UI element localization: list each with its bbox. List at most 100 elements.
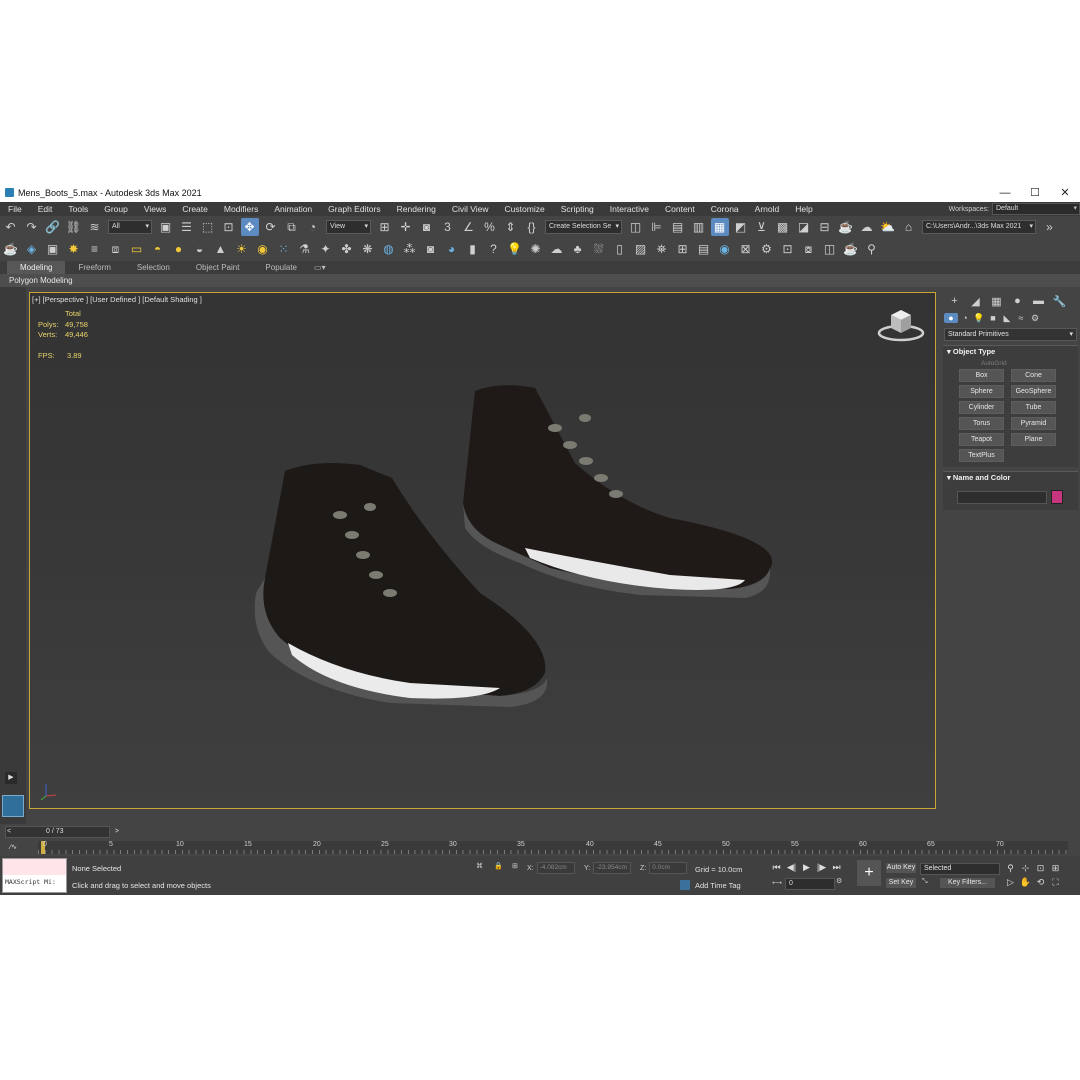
systems-icon[interactable]: ⚙ <box>1028 313 1042 324</box>
go-to-end-icon[interactable]: ⏭ <box>829 862 844 873</box>
menu-group[interactable]: Group <box>96 204 136 214</box>
lock-selection-icon[interactable]: 🔒 <box>494 862 503 870</box>
y-input[interactable]: -23.954cm <box>593 862 632 874</box>
key-filter-dropdown[interactable]: Selected <box>920 863 1000 875</box>
autogrid-checkbox[interactable]: AutoGrid <box>943 358 1078 369</box>
go-to-start-icon[interactable]: ⏮ <box>769 862 784 873</box>
render-elements-icon[interactable]: ≡ <box>86 240 104 258</box>
unlink-icon[interactable]: ⛓ <box>65 218 83 236</box>
arnold-cloud-icon[interactable]: ⛆ <box>590 240 608 258</box>
arnold-monitor-icon[interactable]: ⊡ <box>779 240 797 258</box>
expand-arrow-icon[interactable]: ▶ <box>5 772 17 784</box>
menu-create[interactable]: Create <box>174 204 216 214</box>
render-iterative-icon[interactable]: ☁ <box>858 218 876 236</box>
camera-icon[interactable]: ⧈ <box>107 240 125 258</box>
absolute-mode-icon[interactable]: ⊞ <box>512 862 518 870</box>
edit-named-sets-icon[interactable]: {} <box>523 218 541 236</box>
arnold-image-icon[interactable]: ⧇ <box>800 240 818 258</box>
box-primitive-icon[interactable]: ▭ <box>128 240 146 258</box>
proxy-icon[interactable]: ⚗ <box>296 240 314 258</box>
help-icon[interactable]: ? <box>485 240 503 258</box>
slider-right-arrow-icon[interactable]: > <box>115 827 119 837</box>
menu-help[interactable]: Help <box>787 204 820 214</box>
field-of-view-icon[interactable]: ▷ <box>1003 877 1018 891</box>
track-bar[interactable]: 0 5 10 15 20 25 30 35 40 45 50 55 60 65 … <box>38 841 1068 854</box>
orbit-icon[interactable]: ⟲ <box>1033 877 1048 891</box>
arnold-volume-icon[interactable]: ☁ <box>548 240 566 258</box>
menu-scripting[interactable]: Scripting <box>553 204 602 214</box>
tab-object-paint[interactable]: Object Paint <box>183 261 253 274</box>
arnold-render-icon[interactable]: ◉ <box>716 240 734 258</box>
object-type-header[interactable]: ▾ Object Type <box>943 346 1078 358</box>
select-by-name-icon[interactable]: ☰ <box>178 218 196 236</box>
arnold-light-icon-2[interactable]: ⛯ <box>653 240 671 258</box>
menu-civil-view[interactable]: Civil View <box>444 204 497 214</box>
selection-filter-dropdown[interactable]: All <box>108 220 152 234</box>
toolbar-overflow-icon[interactable]: » <box>1041 218 1059 236</box>
window-crossing-icon[interactable]: ⊡ <box>220 218 238 236</box>
modify-tab-icon[interactable]: ◢ <box>965 295 986 308</box>
link-icon[interactable]: 🔗 <box>44 218 62 236</box>
pyramid-button[interactable]: Pyramid <box>1011 417 1056 430</box>
close-button[interactable]: ✕ <box>1050 183 1080 202</box>
project-path-dropdown[interactable]: C:\Users\Andr...\3ds Max 2021 <box>922 220 1036 234</box>
current-frame-input[interactable]: 0 <box>785 878 835 890</box>
curve-editor-icon[interactable]: ◩ <box>732 218 750 236</box>
utilities-tab-icon[interactable]: 🔧 <box>1049 295 1070 308</box>
x-input[interactable]: -4.082cm <box>536 862 575 874</box>
perspective-viewport[interactable]: [+] [Perspective ] [User Defined ] [Defa… <box>29 292 936 809</box>
display-tab-icon[interactable]: ▬ <box>1028 295 1049 307</box>
textplus-button[interactable]: TextPlus <box>959 449 1004 462</box>
rendered-frame-icon[interactable]: ⊟ <box>816 218 834 236</box>
maxscript-listener[interactable]: MAXScript Mi: <box>2 858 67 893</box>
mirror-icon[interactable]: ◫ <box>627 218 645 236</box>
object-name-input[interactable] <box>957 490 1047 504</box>
helpers-icon[interactable]: ◣ <box>1000 313 1014 324</box>
teapot-button[interactable]: Teapot <box>959 433 1004 446</box>
add-time-tag[interactable]: Add Time Tag <box>680 880 741 890</box>
geosphere-button[interactable]: GeoSphere <box>1011 385 1056 398</box>
arnold-view-icon[interactable]: ⊠ <box>737 240 755 258</box>
slider-left-arrow-icon[interactable]: < <box>7 827 11 837</box>
placement-icon[interactable]: ◔ <box>304 218 322 236</box>
sphere-light-icon[interactable]: ● <box>170 240 188 258</box>
menu-file[interactable]: File <box>0 204 30 214</box>
volume-icon[interactable]: ✦ <box>317 240 335 258</box>
arnold-texture-icon[interactable]: ▨ <box>632 240 650 258</box>
arnold-bulb-icon[interactable]: ⚲ <box>863 240 881 258</box>
key-mode-toggle-icon[interactable]: ⤡ <box>922 878 928 886</box>
schematic-view-icon[interactable]: ⊻ <box>753 218 771 236</box>
render-cloud-icon[interactable]: ⛅ <box>879 218 897 236</box>
image-viewer-icon[interactable]: ▣ <box>44 240 62 258</box>
rotate-icon[interactable]: ⟳ <box>262 218 280 236</box>
menu-content[interactable]: Content <box>657 204 703 214</box>
key-filters-button[interactable]: Key Filters... <box>940 878 995 888</box>
material-sphere-icon[interactable]: ◍ <box>380 240 398 258</box>
z-input[interactable]: 0.0cm <box>649 862 688 874</box>
percent-snap-icon[interactable]: % <box>481 218 499 236</box>
object-color-swatch[interactable] <box>1051 490 1063 504</box>
proxy-export-icon[interactable]: ▮ <box>464 240 482 258</box>
menu-tools[interactable]: Tools <box>60 204 96 214</box>
time-slider[interactable]: < 0 / 73 > <box>5 826 119 838</box>
key-mode-icon[interactable]: ⟷ <box>772 879 782 887</box>
cameras-icon[interactable]: ■ <box>986 313 1000 323</box>
tab-selection[interactable]: Selection <box>124 261 183 274</box>
select-manipulate-icon[interactable]: ✛ <box>397 218 415 236</box>
sphere-button[interactable]: Sphere <box>959 385 1004 398</box>
track-bar-toggle-icon[interactable]: ⁄∿ <box>10 843 17 851</box>
fur-icon[interactable]: ❋ <box>359 240 377 258</box>
pivot-center-icon[interactable]: ⊞ <box>376 218 394 236</box>
menu-arnold[interactable]: Arnold <box>747 204 788 214</box>
decal-icon[interactable]: ✤ <box>338 240 356 258</box>
isolate-icon[interactable]: ⌘ <box>476 862 483 870</box>
hierarchy-tab-icon[interactable]: ▦ <box>986 295 1007 308</box>
box-button[interactable]: Box <box>959 369 1004 382</box>
cone-icon[interactable]: ▲ <box>212 240 230 258</box>
next-frame-icon[interactable]: |▶ <box>814 862 829 873</box>
ribbon-options-icon[interactable]: ▭▾ <box>310 261 330 274</box>
redo-icon[interactable]: ↷ <box>23 218 41 236</box>
viewcube-icon[interactable] <box>877 305 925 343</box>
arnold-sky-icon[interactable]: ✺ <box>527 240 545 258</box>
material-editor-icon[interactable]: ▩ <box>774 218 792 236</box>
